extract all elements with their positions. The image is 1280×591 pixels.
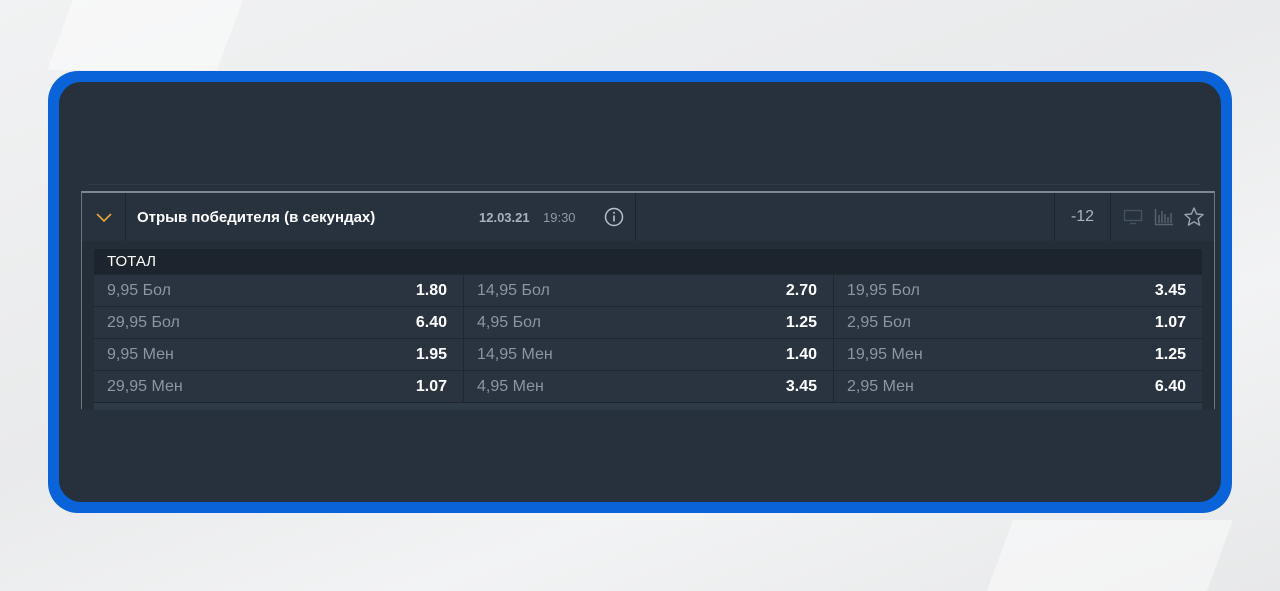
odds-row: 9,95 Мен 1.95 14,95 Мен 1.40 19,95 Мен 1.25 [94,338,1202,370]
market-title: ТОТАЛ [94,249,1202,274]
outcome-label: 9,95 Бол [107,281,171,299]
outcome-label: 14,95 Бол [477,281,550,299]
outcome-label: 29,95 Мен [107,377,183,395]
outcome-label: 29,95 Бол [107,313,180,331]
outcome-label: 2,95 Мен [847,377,914,395]
odds-cell[interactable]: 2,95 Мен 6.40 [834,371,1202,402]
odds-value: 1.40 [785,345,817,363]
event-markets: ТОТАЛ 9,95 Бол 1.80 14,95 Бол 2.70 19,95 Б… [82,241,1214,410]
outcome-label: 14,95 Мен [477,345,553,363]
event-header[interactable]: Отрыв победителя (в секундах) 12.03.21 1… [82,193,1214,241]
odds-cell[interactable]: 29,95 Мен 1.07 [94,371,464,402]
odds-cell[interactable]: 19,95 Мен 1.25 [834,339,1202,370]
event-time: 19:30 [543,210,576,225]
odds-value: 1.07 [415,377,447,395]
bet-panel: Отрыв победителя (в секундах) 12.03.21 1… [59,82,1221,502]
odds-value: 1.80 [415,281,447,299]
outcome-label: 19,95 Бол [847,281,920,299]
odds-cell[interactable]: 2,95 Бол 1.07 [834,307,1202,338]
odds-value: 6.40 [1154,377,1186,395]
odds-row: 9,95 Бол 1.80 14,95 Бол 2.70 19,95 Бол 3.45 [94,274,1202,306]
odds-value: 1.95 [415,345,447,363]
event-date: 12.03.21 [479,210,530,225]
odds-value: 6.40 [415,313,447,331]
market-footer [94,402,1202,410]
info-icon [604,207,624,227]
outcome-label: 4,95 Мен [477,377,544,395]
background-shape [47,0,243,70]
odds-cell[interactable]: 9,95 Бол 1.80 [94,275,464,306]
market-total: ТОТАЛ 9,95 Бол 1.80 14,95 Бол 2.70 19,95 Б… [94,249,1202,410]
chevron-down-icon [95,213,112,223]
highlight-frame: Отрыв победителя (в секундах) 12.03.21 1… [48,71,1232,513]
event-card: Отрыв победителя (в секундах) 12.03.21 1… [81,191,1215,410]
outcome-label: 2,95 Бол [847,313,911,331]
odds-row: 29,95 Мен 1.07 4,95 Мен 3.45 2,95 Мен 6.40 [94,370,1202,402]
outcome-label: 19,95 Мен [847,345,923,363]
background-shape [987,520,1233,591]
odds-value: 3.45 [1154,281,1186,299]
outcome-label: 4,95 Бол [477,313,541,331]
event-actions: -12 [1054,193,1215,241]
odds-cell[interactable]: 14,95 Бол 2.70 [464,275,834,306]
odds-cell[interactable]: 9,95 Мен 1.95 [94,339,464,370]
odds-value: 1.25 [785,313,817,331]
info-button[interactable] [593,193,636,241]
odds-cell[interactable]: 14,95 Мен 1.40 [464,339,834,370]
odds-value: 1.07 [1154,313,1186,331]
stats-icon[interactable] [1154,208,1174,226]
odds-value: 3.45 [785,377,817,395]
markets-count[interactable]: -12 [1055,193,1111,241]
monitor-icon[interactable] [1123,209,1143,225]
odds-cell[interactable]: 29,95 Бол 6.40 [94,307,464,338]
odds-row: 29,95 Бол 6.40 4,95 Бол 1.25 2,95 Бол 1.07 [94,306,1202,338]
expand-toggle[interactable] [82,193,126,241]
star-icon[interactable] [1183,206,1205,228]
divider [89,184,1199,185]
outcome-label: 9,95 Мен [107,345,174,363]
odds-cell[interactable]: 4,95 Бол 1.25 [464,307,834,338]
event-title: Отрыв победителя (в секундах) [137,209,376,226]
odds-cell[interactable]: 4,95 Мен 3.45 [464,371,834,402]
odds-value: 2.70 [785,281,817,299]
odds-cell[interactable]: 19,95 Бол 3.45 [834,275,1202,306]
odds-value: 1.25 [1154,345,1186,363]
